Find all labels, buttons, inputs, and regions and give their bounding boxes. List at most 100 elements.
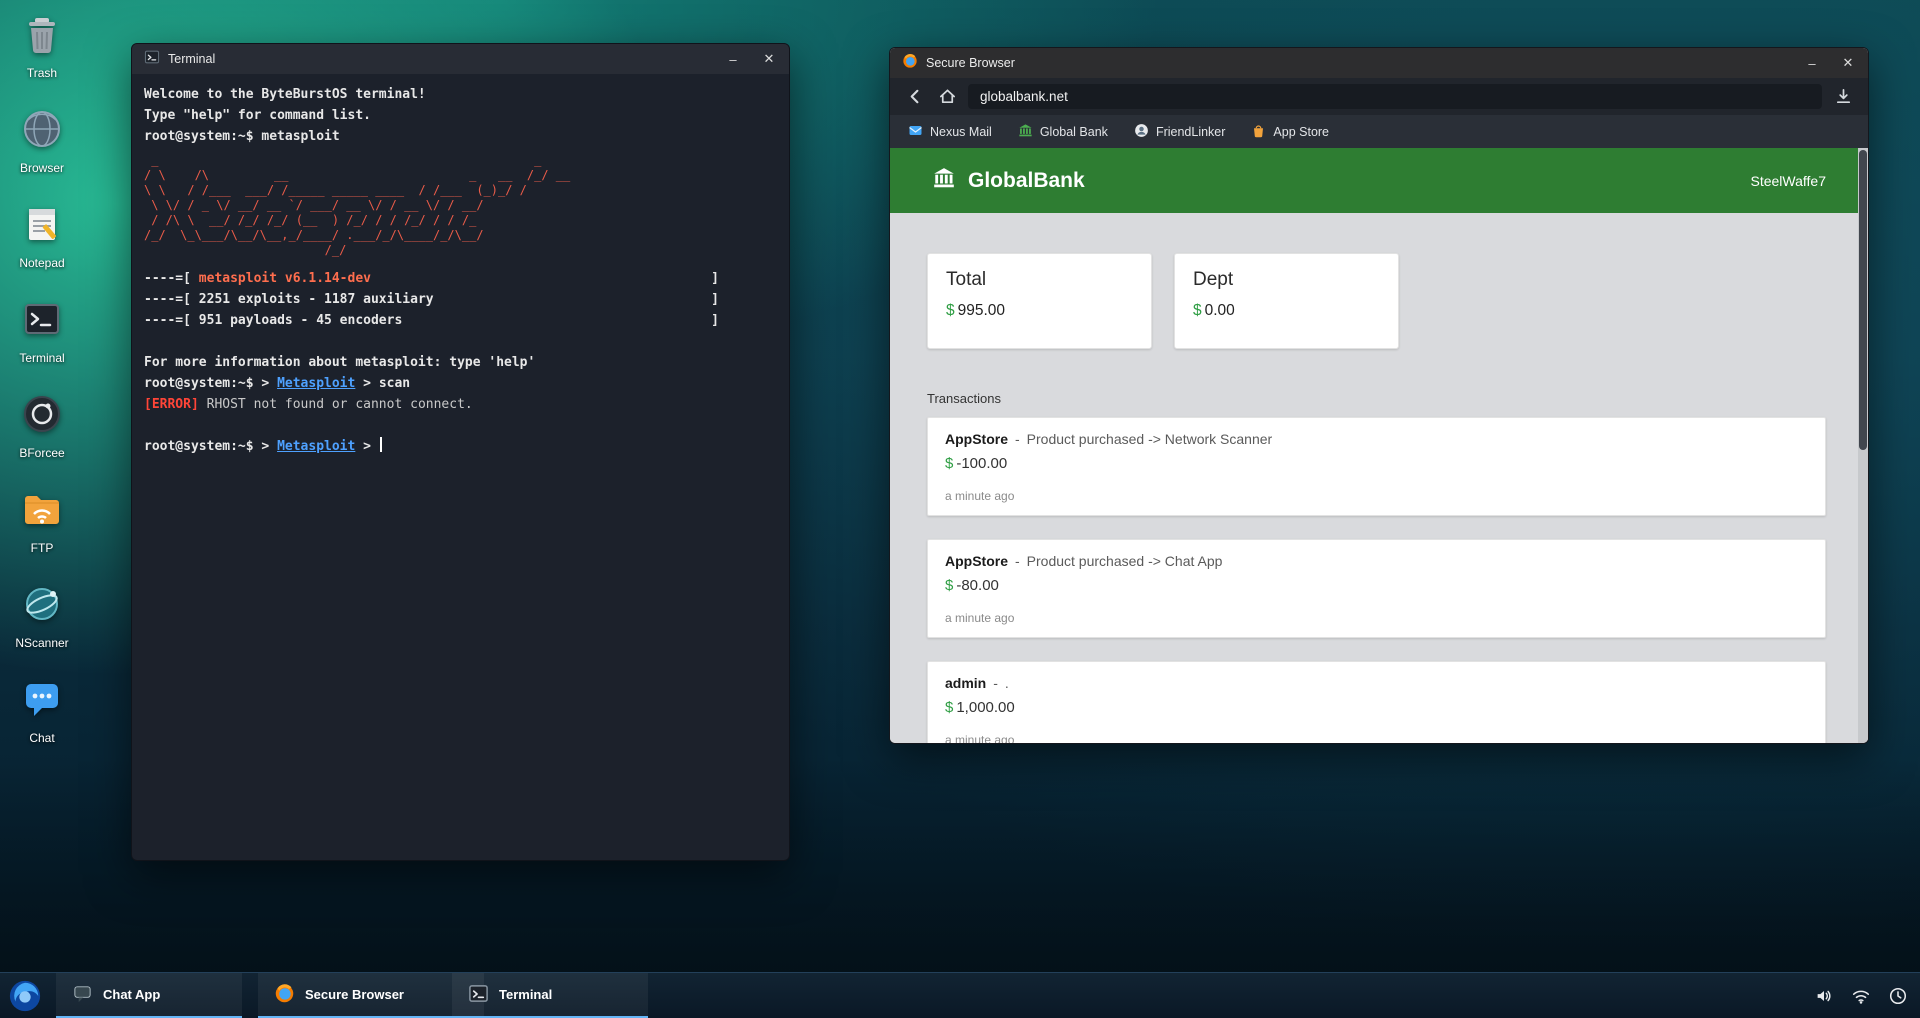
secure-browser-window: Secure Browser – ✕ globalbank.net Nexus … <box>889 47 1869 744</box>
taskbar-item-chat-app[interactable]: Chat App <box>56 973 242 1018</box>
terminal-metasploit-command-line: root@system:~$ metasploit <box>144 126 777 147</box>
terminal-prompt: root@system:~$ <box>144 376 254 391</box>
terminal-info-line: For more information about metasploit: t… <box>144 352 777 373</box>
globalbank-brand: GlobalBank <box>932 166 1085 196</box>
close-button[interactable]: ✕ <box>1840 55 1856 71</box>
terminal-window: Terminal – ✕ Welcome to the ByteBurstOS … <box>131 43 790 861</box>
terminal-titlebar[interactable]: Terminal – ✕ <box>132 44 789 74</box>
terminal-output[interactable]: Welcome to the ByteBurstOS terminal! Typ… <box>132 74 789 860</box>
network-scanner-icon <box>20 582 64 631</box>
page-scrollbar[interactable] <box>1858 148 1868 743</box>
transactions-heading: Transactions <box>927 391 1858 406</box>
bookmarks-bar: Nexus Mail Global Bank FriendLinker App … <box>890 115 1868 148</box>
desktop: Trash Browser Notepad Terminal BForcee F… <box>0 0 1920 1018</box>
shopping-bag-icon <box>1251 123 1266 141</box>
desktop-icon-browser[interactable]: Browser <box>4 107 80 175</box>
desktop-icon-chat[interactable]: Chat <box>4 677 80 745</box>
desktop-icon-label: Browser <box>20 161 64 175</box>
transaction-item: admin-. $1,000.00 a minute ago <box>927 661 1826 743</box>
desktop-icon-nscanner[interactable]: NScanner <box>4 582 80 650</box>
metasploit-payloads-line: ----=[ 951 payloads - 45 encoders ] <box>144 310 719 331</box>
system-tray <box>1814 973 1908 1018</box>
desktop-icon-bforcee[interactable]: BForcee <box>4 392 80 460</box>
mail-icon <box>908 123 923 141</box>
desktop-icon-label: BForcee <box>19 446 64 460</box>
transaction-item: AppStore-Product purchased -> Chat App $… <box>927 539 1826 638</box>
desktop-icon-ftp[interactable]: FTP <box>4 487 80 555</box>
brand-name: GlobalBank <box>968 169 1085 193</box>
desktop-icon-trash[interactable]: Trash <box>4 12 80 80</box>
transaction-title: AppStore-Product purchased -> Chat App <box>945 553 1808 569</box>
chat-icon <box>72 983 93 1007</box>
taskbar-item-secure-browser[interactable]: Secure Browser <box>258 973 484 1018</box>
desktop-icon-label: Notepad <box>19 256 64 270</box>
terminal-window-title: Terminal <box>168 52 215 66</box>
bforcee-icon <box>20 392 64 441</box>
metasploit-exploits-line: ----=[ 2251 exploits - 1187 auxiliary ] <box>144 289 719 310</box>
firefox-icon <box>902 53 918 74</box>
wifi-icon[interactable] <box>1851 986 1871 1006</box>
minimize-button[interactable]: – <box>1804 56 1820 71</box>
metasploit-module-link[interactable]: Metasploit <box>277 376 355 391</box>
minimize-button[interactable]: – <box>725 52 741 67</box>
card-amount: $0.00 <box>1193 302 1380 320</box>
bookmark-nexus-mail[interactable]: Nexus Mail <box>908 123 992 141</box>
transaction-time: a minute ago <box>945 489 1808 503</box>
desktop-icon-label: FTP <box>31 541 54 555</box>
globalbank-header: GlobalBank SteelWaffe7 <box>890 148 1868 213</box>
home-button[interactable] <box>936 86 958 108</box>
bank-icon <box>932 166 956 196</box>
error-tag: [ERROR] <box>144 397 199 412</box>
desktop-icon-label: Terminal <box>19 351 64 365</box>
ftp-folder-icon <box>20 487 64 536</box>
dept-balance-card: Dept $0.00 <box>1174 253 1399 349</box>
transaction-time: a minute ago <box>945 733 1808 743</box>
friendlinker-icon <box>1134 123 1149 141</box>
transaction-title: admin-. <box>945 675 1808 691</box>
bookmark-friendlinker[interactable]: FriendLinker <box>1134 123 1225 141</box>
volume-icon[interactable] <box>1814 986 1834 1006</box>
desktop-icon-label: Trash <box>27 66 57 80</box>
transaction-time: a minute ago <box>945 611 1808 625</box>
url-bar[interactable]: globalbank.net <box>968 84 1822 109</box>
terminal-welcome-line: Welcome to the ByteBurstOS terminal! <box>144 84 777 105</box>
summary-cards-row: Total $995.00 Dept $0.00 <box>927 253 1858 349</box>
transaction-amount: $-100.00 <box>945 455 1808 472</box>
transaction-item: AppStore-Product purchased -> Network Sc… <box>927 417 1826 516</box>
start-menu-button[interactable] <box>8 979 42 1013</box>
terminal-scan-command-line: root@system:~$ > Metasploit > scan <box>144 373 777 394</box>
logged-in-username: SteelWaffe7 <box>1751 173 1827 189</box>
clock-icon[interactable] <box>1888 986 1908 1006</box>
globalbank-page: GlobalBank SteelWaffe7 Total $995.00 Dep… <box>890 148 1868 743</box>
chat-icon <box>20 677 64 726</box>
terminal-current-prompt-line[interactable]: root@system:~$ > Metasploit > <box>144 436 777 457</box>
back-button[interactable] <box>904 86 926 108</box>
close-button[interactable]: ✕ <box>761 51 777 67</box>
terminal-cursor <box>380 437 382 452</box>
card-title: Dept <box>1193 269 1380 291</box>
total-balance-card: Total $995.00 <box>927 253 1152 349</box>
taskbar-item-label: Secure Browser <box>305 987 404 1002</box>
desktop-icon-terminal[interactable]: Terminal <box>4 297 80 365</box>
desktop-icon-column: Trash Browser Notepad Terminal BForcee F… <box>4 12 80 745</box>
card-amount: $995.00 <box>946 302 1133 320</box>
firefox-icon <box>274 983 295 1007</box>
globe-icon <box>20 107 64 156</box>
scrollbar-thumb[interactable] <box>1859 150 1867 450</box>
desktop-icon-notepad[interactable]: Notepad <box>4 202 80 270</box>
globalbank-body: Total $995.00 Dept $0.00 Transactions Ap… <box>890 213 1858 743</box>
terminal-prompt: root@system:~$ <box>144 129 254 144</box>
terminal-icon <box>20 297 64 346</box>
metasploit-module-link[interactable]: Metasploit <box>277 439 355 454</box>
transaction-amount: $1,000.00 <box>945 699 1808 716</box>
terminal-window-controls: – ✕ <box>725 51 777 67</box>
browser-titlebar[interactable]: Secure Browser – ✕ <box>890 48 1868 78</box>
taskbar-item-terminal[interactable]: Terminal <box>452 973 648 1018</box>
bookmark-global-bank[interactable]: Global Bank <box>1018 123 1108 141</box>
bookmark-app-store[interactable]: App Store <box>1251 123 1329 141</box>
terminal-icon <box>468 983 489 1007</box>
terminal-error-line: [ERROR] RHOST not found or cannot connec… <box>144 394 777 415</box>
taskbar: Chat App Secure Browser Terminal <box>0 972 1920 1018</box>
metasploit-version-line: ----=[ metasploit v6.1.14-dev ] <box>144 268 719 289</box>
download-button[interactable] <box>1832 86 1854 108</box>
